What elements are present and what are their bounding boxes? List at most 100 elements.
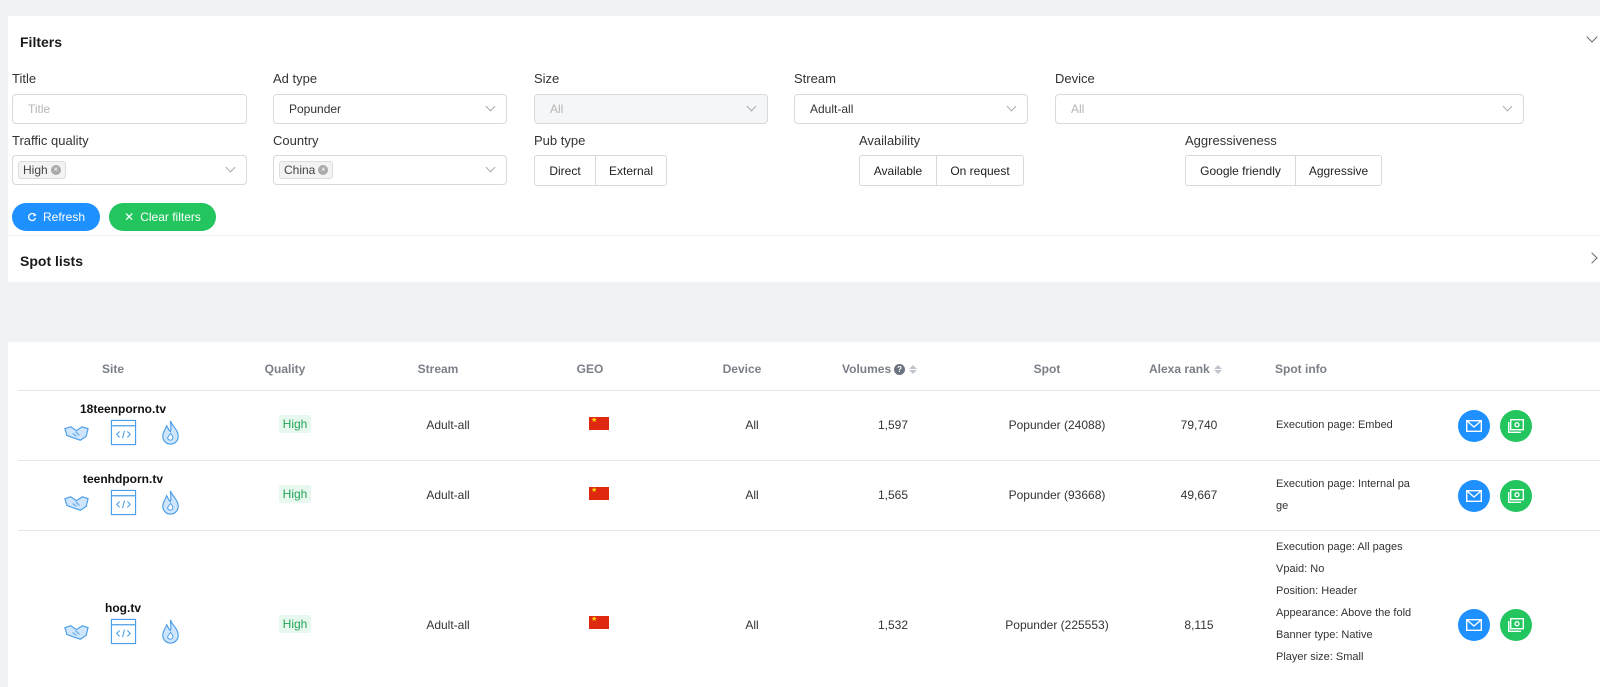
mail-icon — [1466, 619, 1482, 631]
help-icon[interactable]: ? — [894, 364, 906, 376]
google-friendly-button[interactable]: Google friendly — [1185, 155, 1296, 186]
spot-info-line: ge — [1276, 500, 1289, 512]
site-icons — [48, 618, 198, 645]
close-icon: ✕ — [124, 210, 135, 224]
ad-type-value: Popunder — [289, 102, 342, 116]
mail-icon — [1466, 490, 1482, 502]
site-name[interactable]: hog.tv — [48, 601, 198, 615]
chevron-down-icon — [485, 101, 496, 112]
refresh-button[interactable]: Refresh — [12, 203, 100, 231]
handshake-icon[interactable] — [63, 618, 90, 645]
sort-icon[interactable] — [909, 365, 918, 375]
spot-value: Popunder (225553) — [1005, 618, 1109, 632]
device-value: All — [745, 488, 759, 502]
stream-select[interactable]: Adult-all — [794, 94, 1028, 124]
availability-available-button[interactable]: Available — [859, 155, 937, 186]
money-icon — [1508, 618, 1524, 632]
alexa-value: 8,115 — [1184, 618, 1214, 632]
size-label: Size — [534, 71, 560, 86]
ad-type-select[interactable]: Popunder — [273, 94, 507, 124]
availability-label: Availability — [859, 133, 921, 148]
pub-type-label: Pub type — [534, 133, 586, 148]
title-input[interactable]: Title — [12, 94, 247, 124]
message-button[interactable] — [1458, 410, 1490, 442]
traffic-quality-select[interactable]: High × — [12, 155, 247, 185]
message-button[interactable] — [1458, 480, 1490, 512]
filters-title: Filters — [20, 34, 63, 50]
message-button[interactable] — [1458, 609, 1490, 641]
fire-icon[interactable] — [157, 489, 184, 516]
code-icon[interactable] — [110, 489, 137, 516]
clear-filters-button[interactable]: ✕ Clear filters — [109, 203, 216, 231]
code-icon[interactable] — [110, 419, 137, 446]
alexa-value: 79,740 — [1180, 418, 1218, 432]
pub-type-direct-button[interactable]: Direct — [534, 155, 596, 186]
site-icons — [48, 419, 198, 446]
site-name[interactable]: teenhdporn.tv — [48, 472, 198, 486]
close-icon[interactable]: × — [318, 165, 329, 175]
aggressive-button[interactable]: Aggressive — [1296, 155, 1382, 186]
quality-badge: High — [265, 415, 325, 433]
pub-type-external-button[interactable]: External — [596, 155, 667, 186]
table-row: teenhdporn.tv High Adult-all All 1,565 P… — [18, 460, 1600, 530]
header-alexa[interactable]: Alexa rank — [1149, 362, 1239, 376]
header-quality: Quality — [264, 362, 306, 376]
header-alexa-label: Alexa rank — [1149, 362, 1210, 376]
ad-type-label: Ad type — [273, 71, 318, 86]
china-flag-icon — [589, 616, 609, 629]
quality-badge: High — [265, 485, 325, 503]
aggressiveness-label: Aggressiveness — [1185, 133, 1277, 148]
code-icon[interactable] — [110, 618, 137, 645]
header-spot-info: Spot info — [1275, 362, 1327, 376]
spots-table: Site Quality Stream GEO Device Volumes? … — [8, 342, 1600, 687]
header-site: Site — [101, 362, 124, 376]
close-icon[interactable]: × — [50, 165, 61, 175]
chevron-down-icon — [1006, 101, 1017, 112]
chevron-down-icon — [746, 101, 757, 112]
buy-button[interactable] — [1500, 609, 1532, 641]
device-select[interactable]: All — [1055, 94, 1524, 124]
quality-badge: High — [265, 615, 325, 633]
stream-label: Stream — [794, 71, 836, 86]
stream-value: Adult-all — [810, 102, 854, 116]
buy-button[interactable] — [1500, 410, 1532, 442]
chevron-down-icon — [485, 162, 496, 173]
spot-lists-title[interactable]: Spot lists — [20, 253, 83, 269]
handshake-icon[interactable] — [63, 489, 90, 516]
table-row: hog.tv High Adult-all All 1,532 Popunder… — [18, 530, 1600, 687]
title-label: Title — [12, 71, 37, 86]
refresh-label: Refresh — [42, 210, 86, 224]
spot-info-line: Execution page: Internal pa — [1276, 478, 1410, 490]
china-flag-icon — [589, 487, 609, 500]
spot-value: Popunder (93668) — [1008, 488, 1106, 502]
country-select[interactable]: China × — [273, 155, 507, 185]
site-name[interactable]: 18teenporno.tv — [48, 402, 198, 416]
spot-info-line: Vpaid: No — [1276, 563, 1325, 575]
traffic-quality-label: Traffic quality — [12, 133, 89, 148]
size-value: All — [550, 102, 564, 116]
spot-info-line: Player size: Small — [1276, 651, 1364, 663]
fire-icon[interactable] — [157, 618, 184, 645]
size-select: All — [534, 94, 768, 124]
availability-on-request-button[interactable]: On request — [937, 155, 1024, 186]
buy-button[interactable] — [1500, 480, 1532, 512]
aggressiveness-group: Google friendly Aggressive — [1185, 155, 1382, 186]
pub-type-group: Direct External — [534, 155, 667, 186]
quality-value: High — [278, 615, 312, 633]
mail-icon — [1466, 420, 1482, 432]
title-placeholder: Title — [28, 102, 51, 116]
handshake-icon[interactable] — [63, 419, 90, 446]
device-label: Device — [1055, 71, 1095, 86]
filters-collapse-icon[interactable] — [1586, 31, 1598, 43]
stream-value: Adult-all — [426, 618, 470, 632]
device-value: All — [745, 618, 759, 632]
quality-value: High — [278, 485, 312, 503]
spot-info-line: Execution page: All pages — [1276, 541, 1403, 553]
filters-panel: Filters Title Title Ad type Popunder Siz… — [8, 16, 1600, 282]
spot-lists-expand-icon[interactable] — [1586, 252, 1598, 264]
money-icon — [1508, 419, 1524, 433]
china-flag-icon — [589, 417, 609, 430]
sort-icon[interactable] — [1213, 365, 1222, 375]
fire-icon[interactable] — [157, 419, 184, 446]
header-volumes[interactable]: Volumes? — [842, 362, 932, 376]
